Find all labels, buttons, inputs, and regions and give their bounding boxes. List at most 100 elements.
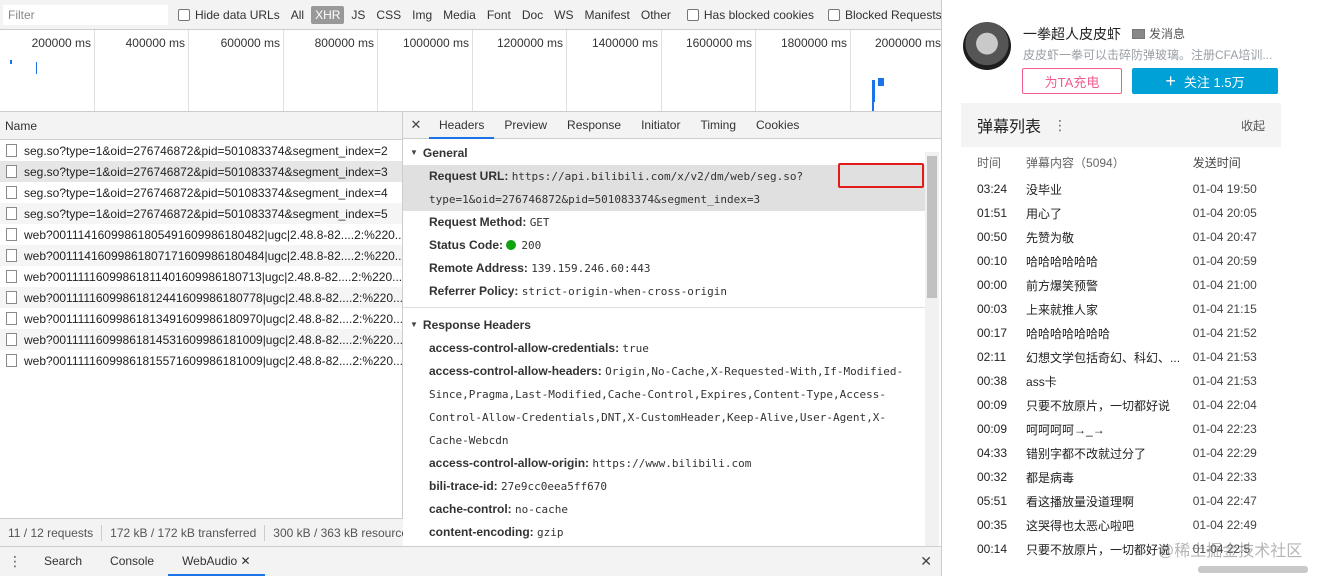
close-drawer-icon[interactable]: ✕ <box>920 553 932 570</box>
danmaku-row[interactable]: 00:32 都是病毒 01-04 22:33 <box>961 465 1281 489</box>
request-name: web?00111416099861807171609986180484|ugc… <box>24 248 402 263</box>
request-row[interactable]: seg.so?type=1&oid=276746872&pid=50108337… <box>0 182 402 203</box>
request-row[interactable]: web?0011141609986180549160998618048​2|ug… <box>0 224 402 245</box>
tab-cookies[interactable]: Cookies <box>746 112 809 139</box>
danmaku-text: 这哭得也太恶心啦吧 <box>1026 518 1135 533</box>
scrollbar-thumb[interactable] <box>927 156 937 298</box>
header-value[interactable]: 27e9cc0eea5ff670 <box>501 480 607 493</box>
col-sent-time[interactable]: 发送时间 <box>1193 154 1281 171</box>
danmaku-time: 00:03 <box>977 302 1008 316</box>
request-row[interactable]: web?00111116099861812441609986180778|ugc… <box>0 287 402 308</box>
danmaku-row[interactable]: 04:33 错别字都不改就过分了 01-04 22:29 <box>961 441 1281 465</box>
section-divider <box>403 307 925 308</box>
danmaku-row[interactable]: 00:17 哈哈哈哈哈哈哈 01-04 21:52 <box>961 321 1281 345</box>
danmaku-row[interactable]: 03:24 没毕业 01-04 19:50 <box>961 177 1281 201</box>
request-row[interactable]: seg.so?type=1&oid=276746872&pid=50108337… <box>0 161 402 182</box>
resource-type-filters: All XHR JS CSS Img Media Font Doc WS Manifest Othe… <box>284 5 675 24</box>
type-filter-manifest[interactable]: Manifest <box>581 6 634 24</box>
header-row: cache-control: no-cache <box>403 498 925 521</box>
has-blocked-cookies-checkbox[interactable]: Has blocked cookies <box>686 8 814 22</box>
col-content[interactable]: 弹幕内容（5094） <box>1026 154 1193 171</box>
type-filter-js[interactable]: JS <box>347 6 369 24</box>
type-filter-other[interactable]: Other <box>637 6 675 24</box>
tab-headers[interactable]: Headers <box>429 112 495 139</box>
drawer-tab-console[interactable]: Console <box>96 547 168 576</box>
header-value[interactable]: https://www.bilibili.com <box>592 457 751 470</box>
detail-scrollbar[interactable] <box>925 152 939 546</box>
danmaku-row[interactable]: 00:03 上来就推人家 01-04 21:15 <box>961 297 1281 321</box>
header-value[interactable]: true <box>622 342 649 355</box>
type-filter-xhr[interactable]: XHR <box>311 5 345 24</box>
danmaku-row[interactable]: 00:09 只要不放原片，一切都好说 01-04 22:04 <box>961 393 1281 417</box>
tab-preview[interactable]: Preview <box>494 112 557 139</box>
danmaku-row[interactable]: 01:51 用心了 01-04 20:05 <box>961 201 1281 225</box>
blocked-requests-checkbox[interactable]: Blocked Requests <box>827 8 941 22</box>
tab-initiator[interactable]: Initiator <box>631 112 690 139</box>
danmaku-row[interactable]: 00:50 先赞为敬 01-04 20:47 <box>961 225 1281 249</box>
danmaku-row[interactable]: 00:35 这哭得也太恶心啦吧 01-04 22:49 <box>961 513 1281 537</box>
devtools-panel: Hide data URLs AllXHRJSCSSImgMediaFontDo… <box>0 0 942 576</box>
hide-data-urls-checkbox[interactable]: Hide data URLs <box>178 8 280 22</box>
type-filter-font[interactable]: Font <box>483 6 515 24</box>
request-row[interactable]: web?00111116099861815571609986181009|ugc… <box>0 350 402 371</box>
header-value[interactable]: 139.159.246.60:443 <box>531 262 650 275</box>
header-value[interactable]: no-cache <box>515 503 568 516</box>
danmaku-row[interactable]: 05:51 看这播放量没道理啊 01-04 22:47 <box>961 489 1281 513</box>
type-filter-ws[interactable]: WS <box>550 6 577 24</box>
follow-button[interactable]: + 关注 1.5万 <box>1132 68 1278 94</box>
danmaku-sent-time: 01-04 20:47 <box>1192 230 1257 244</box>
more-options-icon[interactable]: ⋮ <box>0 553 30 570</box>
danmaku-row[interactable]: 00:09 呵呵呵呵→_→ 01-04 22:23 <box>961 417 1281 441</box>
close-tab-icon[interactable]: ✕ <box>237 554 251 568</box>
avatar[interactable] <box>963 22 1011 70</box>
more-options-icon[interactable]: ⋮ <box>1053 117 1067 134</box>
horizontal-scrollbar[interactable] <box>1198 566 1308 573</box>
header-value[interactable]: GET <box>530 216 550 229</box>
danmaku-row[interactable]: 00:10 哈哈哈哈哈哈 01-04 20:59 <box>961 249 1281 273</box>
drawer-tab-search[interactable]: Search <box>30 547 96 576</box>
network-overview-timeline[interactable]: 200000 ms 400000 ms 600000 ms 800000 ms 1000… <box>0 30 941 112</box>
response-headers-section-toggle[interactable]: ▼ Response Headers <box>403 312 925 337</box>
type-filter-img[interactable]: Img <box>408 6 436 24</box>
request-row[interactable]: web?00111416099861807171609986180484|ugc… <box>0 245 402 266</box>
filter-input[interactable] <box>3 4 168 25</box>
drawer-tab-webaudio[interactable]: WebAudio ✕ <box>168 547 265 576</box>
tab-response[interactable]: Response <box>557 112 631 139</box>
request-name: web?00111116099861815571609986181009|ugc… <box>24 353 402 368</box>
charge-button[interactable]: 为TA充电 <box>1022 68 1122 94</box>
header-value[interactable]: 200 <box>521 239 541 252</box>
checkbox-icon <box>686 8 699 21</box>
header-value[interactable]: gzip <box>537 526 564 539</box>
name-column-header[interactable]: Name <box>0 112 402 140</box>
header-value[interactable]: strict-origin-when-cross-origin <box>522 285 727 298</box>
danmaku-row[interactable]: 02:11 幻想文学包括奇幻、科幻、... 01-04 21:53 <box>961 345 1281 369</box>
send-message-button[interactable]: 发消息 <box>1132 25 1185 42</box>
general-section-toggle[interactable]: ▼ General <box>403 140 925 165</box>
uploader-name[interactable]: 一拳超人皮皮虾 <box>1023 24 1121 44</box>
request-row[interactable]: web?00111116099861811401609986180713|ugc… <box>0 266 402 287</box>
danmaku-row[interactable]: 00:38 ass卡 01-04 21:53 <box>961 369 1281 393</box>
type-filter-css[interactable]: CSS <box>372 6 405 24</box>
type-filter-doc[interactable]: Doc <box>518 6 547 24</box>
headers-content: ▼ General Request URL: https://api.bilibi… <box>403 140 925 546</box>
type-filter-media[interactable]: Media <box>439 6 480 24</box>
danmaku-rows: 03:24 没毕业 01-04 19:50 01:51 用心了 01-04 20:05 00… <box>961 177 1281 561</box>
request-row[interactable]: web?00111116099861814531609986181009|ugc… <box>0 329 402 350</box>
danmaku-time: 00:17 <box>977 326 1008 340</box>
status-ok-icon <box>506 240 517 250</box>
collapse-button[interactable]: 收起 <box>1241 117 1265 134</box>
danmaku-sent-time: 01-04 22:47 <box>1192 494 1257 508</box>
request-row[interactable]: seg.so?type=1&oid=276746872&pid=50108337… <box>0 140 402 161</box>
request-list: Name seg.so?type=1&oid=276746872&pid=501… <box>0 112 403 518</box>
danmaku-time: 00:38 <box>977 374 1008 388</box>
request-row[interactable]: web?00111116099861813491609986180970|ugc… <box>0 308 402 329</box>
request-name: web?0011141609986180549160998618048​2|ug… <box>24 227 402 242</box>
timeline-tick-label: 2000000 ms <box>874 36 941 50</box>
danmaku-row[interactable]: 00:00 前方爆笑预警 01-04 21:00 <box>961 273 1281 297</box>
tab-timing[interactable]: Timing <box>690 112 746 139</box>
col-time[interactable]: 时间 <box>977 154 1026 171</box>
type-filter-all[interactable]: All <box>287 6 308 24</box>
request-row[interactable]: seg.so?type=1&oid=276746872&pid=50108337… <box>0 203 402 224</box>
close-icon[interactable]: ✕ <box>403 117 429 133</box>
danmaku-text: 都是病毒 <box>1026 470 1075 485</box>
